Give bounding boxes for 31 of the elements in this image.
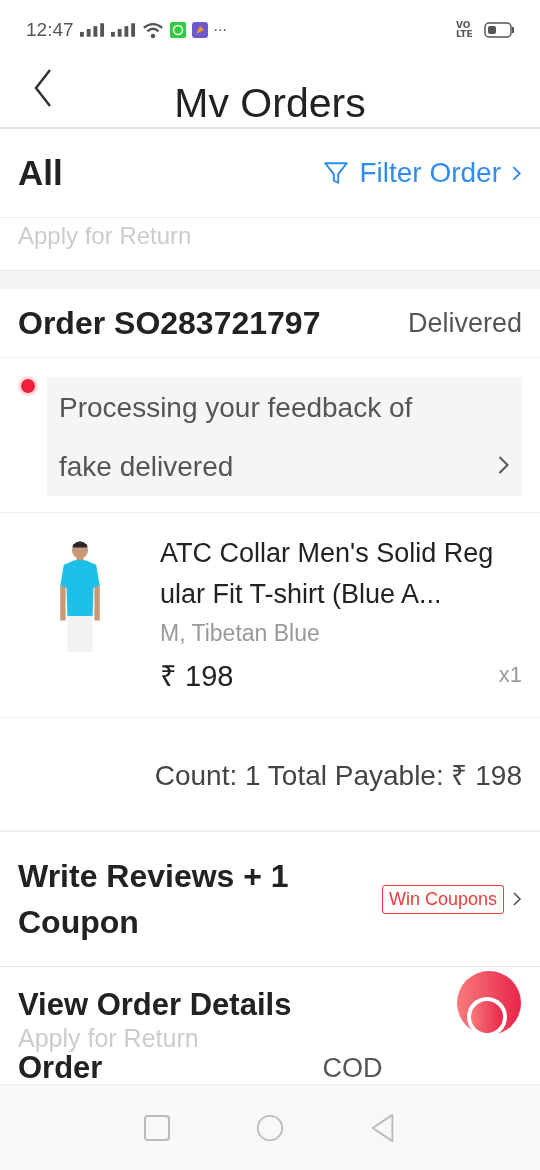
filter-icon bbox=[323, 160, 350, 186]
more-notifications: ··· bbox=[213, 22, 227, 38]
write-reviews-row[interactable]: Write Reviews + 1 Coupon Win Coupons bbox=[0, 832, 540, 967]
view-order-details-link[interactable]: View Order Details bbox=[18, 987, 292, 1023]
page-title: Mv Orders bbox=[174, 80, 366, 125]
feedback-notice[interactable]: Processing your feedback of fake delivered bbox=[47, 377, 522, 496]
recent-apps-icon[interactable] bbox=[142, 1112, 171, 1143]
signal-icon bbox=[79, 23, 105, 37]
chevron-icon bbox=[511, 164, 522, 182]
order-number: Order SO283721797 bbox=[18, 304, 321, 342]
product-quantity: x1 bbox=[498, 661, 522, 688]
payment-method: COD bbox=[322, 1053, 383, 1083]
product-price: ₹ 198 bbox=[160, 659, 234, 694]
home-icon[interactable] bbox=[256, 1112, 284, 1143]
order-status: Delivered bbox=[407, 307, 522, 339]
back-icon[interactable] bbox=[32, 68, 54, 108]
product-variant: M, Tibetan Blue bbox=[160, 619, 321, 648]
status-time: 12:47 bbox=[26, 19, 74, 41]
app-icon bbox=[191, 22, 208, 38]
chevron-icon bbox=[512, 891, 522, 907]
chat-app-icon bbox=[169, 22, 186, 38]
product-name[interactable]: ATC Collar Men's Solid Regular Fit T-shirt (Blue A... bbox=[160, 533, 522, 615]
volte-label: VO LTE bbox=[456, 21, 474, 39]
wifi-icon bbox=[141, 21, 164, 39]
order-filter-label: All bbox=[18, 153, 63, 193]
order-total: Count: 1 Total Payable: ₹ 198 bbox=[154, 759, 522, 793]
signal-icon bbox=[110, 23, 136, 37]
order-label: Order bbox=[18, 1053, 103, 1083]
win-coupons-badge: Win Coupons bbox=[381, 884, 504, 914]
battery-icon bbox=[484, 22, 514, 38]
chevron-icon bbox=[497, 454, 510, 475]
